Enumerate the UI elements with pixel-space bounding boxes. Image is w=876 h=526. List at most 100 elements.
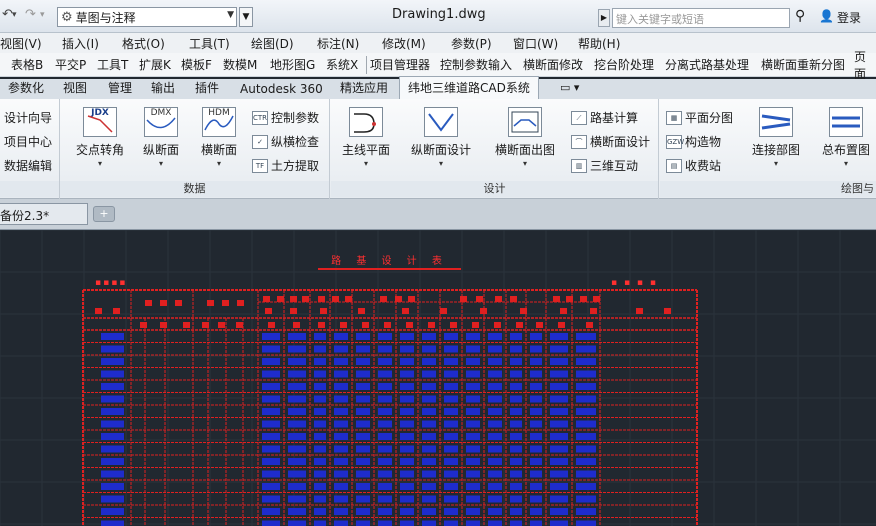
cross-section-design-button[interactable]: ⌒ 横断面设计 xyxy=(571,133,650,150)
profile-design-icon xyxy=(424,107,458,137)
tab-view[interactable]: 视图 xyxy=(55,77,95,99)
menu-parameters[interactable]: 参数(P) xyxy=(451,35,492,52)
hdm-icon: HDM xyxy=(202,107,236,137)
custom-menu-toolbar: 表格B 平交P 工具T 扩展K 模板F 数模M 地形图G 系统X 项目管理器 控… xyxy=(0,50,876,81)
profile-check-button[interactable]: ✓ 纵横检查 xyxy=(252,133,319,150)
chevron-down-icon: ▾ xyxy=(522,159,527,168)
toll-station-button[interactable]: ▤ 收费站 xyxy=(666,157,721,174)
grid-icon: ▦ xyxy=(666,110,682,125)
menu-help[interactable]: 帮助(H) xyxy=(578,35,620,52)
cross-section-plot-button[interactable]: 横断面出图 ▾ xyxy=(485,107,565,168)
structure-label: 构造物 xyxy=(685,135,722,149)
check-icon: ✓ xyxy=(252,134,268,149)
toll-icon: ▤ xyxy=(666,158,682,173)
quick-access-dropdown[interactable]: ▼ xyxy=(239,7,253,27)
panel-design: 主线平面 ▾ 纵断面设计 ▾ 横断面出图 ▾ ⟋ 路基计算 ⌒ 横断面设计 ▥ xyxy=(331,99,659,199)
data-edit-label: 数据编辑 xyxy=(4,159,53,173)
toll-station-label: 收费站 xyxy=(685,159,722,173)
design-wizard-button[interactable]: 设计向导 xyxy=(4,109,52,126)
toolbar-item[interactable]: 页面 xyxy=(854,48,876,82)
drawing-canvas[interactable]: 路 基 设 计 表 ▪▪▪▪ ▪ ▪ ▪ ▪ xyxy=(0,230,876,526)
toolbar-item[interactable]: 项目管理器 xyxy=(370,56,430,73)
structure-button[interactable]: GZW 构造物 xyxy=(666,133,721,150)
earthwork-extract-button[interactable]: TF 土方提取 xyxy=(252,157,319,174)
toolbar-item[interactable]: 系统X xyxy=(326,56,358,73)
ctr-icon: CTR xyxy=(252,110,268,125)
menu-insert[interactable]: 插入(I) xyxy=(62,35,99,52)
interchange-icon xyxy=(759,107,793,137)
subgrade-design-table xyxy=(82,289,698,526)
panel-title: 绘图与 xyxy=(660,181,876,197)
project-center-button[interactable]: 项目中心 xyxy=(4,133,52,150)
chevron-down-icon: ▼ xyxy=(227,10,234,20)
3d-interact-button[interactable]: ▥ 三维互动 xyxy=(571,157,638,174)
mainline-plan-button[interactable]: 主线平面 ▾ xyxy=(326,107,406,168)
3d-interact-label: 三维互动 xyxy=(590,159,639,173)
tab-plugins[interactable]: 插件 xyxy=(187,77,227,99)
menu-bar: 视图(V) 插入(I) 格式(O) 工具(T) 绘图(D) 标注(N) 修改(M… xyxy=(0,33,876,53)
menu-tools[interactable]: 工具(T) xyxy=(189,35,230,52)
ribbon-options-icon[interactable]: ▭ ▾ xyxy=(560,81,579,94)
document-title: Drawing1.dwg xyxy=(392,7,486,22)
design-wizard-label: 设计向导 xyxy=(4,111,53,125)
cross-section-plot-label: 横断面出图 xyxy=(494,143,555,157)
toolbar-item[interactable]: 工具T xyxy=(97,56,128,73)
control-params-button[interactable]: CTR 控制参数 xyxy=(252,109,319,126)
menu-draw[interactable]: 绘图(D) xyxy=(251,35,294,52)
ribbon-tab-bar: 参数化 视图 管理 输出 插件 Autodesk 360 精选应用 纬地三维道路… xyxy=(0,76,876,99)
workspace-selector[interactable]: ⚙ 草图与注释 ▼ xyxy=(57,7,237,27)
tab-weidi-road-cad[interactable]: 纬地三维道路CAD系统 xyxy=(399,76,539,99)
chevron-down-icon: ▾ xyxy=(773,159,778,168)
title-bar: ↶ ▾ ↷ ▾ ⚙ 草图与注释 ▼ ▼ Drawing1.dwg ▶ 键入关键字… xyxy=(0,0,876,33)
tab-output[interactable]: 输出 xyxy=(143,77,183,99)
toolbar-item[interactable]: 挖台阶处理 xyxy=(594,56,654,73)
redo-icon[interactable]: ↷ xyxy=(25,7,36,22)
toolbar-item[interactable]: 数模M xyxy=(223,56,257,73)
subgrade-calc-label: 路基计算 xyxy=(590,111,639,125)
toolbar-item[interactable]: 横断面重新分图 xyxy=(761,56,845,73)
tab-autodesk-360[interactable]: Autodesk 360 xyxy=(232,80,331,99)
toolbar-item[interactable]: 扩展K xyxy=(139,56,171,73)
new-tab-button[interactable]: + xyxy=(93,206,115,222)
tf-icon: TF xyxy=(252,158,268,173)
tab-manage[interactable]: 管理 xyxy=(100,77,140,99)
jdx-icon: JDX xyxy=(83,107,117,137)
plan-split-button[interactable]: ▦ 平面分图 xyxy=(666,109,733,126)
menu-modify[interactable]: 修改(M) xyxy=(382,35,426,52)
toolbar-item[interactable]: 地形图G xyxy=(270,56,315,73)
toolbar-item[interactable]: 表格B xyxy=(11,56,43,73)
toolbar-item[interactable]: 控制参数输入 xyxy=(440,56,512,73)
toolbar-item[interactable]: 模板F xyxy=(181,56,212,73)
undo-dropdown-icon[interactable]: ▾ xyxy=(12,10,17,20)
project-center-label: 项目中心 xyxy=(4,135,53,149)
subgrade-calc-button[interactable]: ⟋ 路基计算 xyxy=(571,109,638,126)
document-tab[interactable]: 备份2.3* xyxy=(0,203,88,225)
connection-drawing-button[interactable]: 连接部图 ▾ xyxy=(736,107,816,168)
redo-dropdown-icon[interactable]: ▾ xyxy=(40,10,45,20)
menu-view[interactable]: 视图(V) xyxy=(0,35,42,52)
menu-dimension[interactable]: 标注(N) xyxy=(317,35,359,52)
intersection-angle-label: 交点转角 xyxy=(75,143,124,157)
3d-icon: ▥ xyxy=(571,158,587,173)
search-input[interactable]: 键入关键字或短语 xyxy=(612,8,790,28)
search-expand-button[interactable]: ▶ xyxy=(598,9,610,27)
tab-parametric[interactable]: 参数化 xyxy=(0,77,52,99)
document-tab-bar: 备份2.3* + xyxy=(0,199,876,230)
toolbar-item[interactable]: 横断面修改 xyxy=(523,56,583,73)
toolbar-item[interactable]: 分离式路基处理 xyxy=(665,56,749,73)
workspace-label: 草图与注释 xyxy=(75,10,136,25)
cross-section-button[interactable]: HDM 横断面 ▾ xyxy=(179,107,259,168)
toolbar-item[interactable]: 平交P xyxy=(55,56,86,73)
menu-format[interactable]: 格式(O) xyxy=(122,35,165,52)
general-layout-button[interactable]: 总布置图 ▾ xyxy=(806,107,876,168)
mainline-plan-label: 主线平面 xyxy=(341,143,390,157)
login-button[interactable]: 👤 登录 xyxy=(819,9,861,26)
data-edit-button[interactable]: 数据编辑 xyxy=(4,157,52,174)
profile-design-button[interactable]: 纵断面设计 ▾ xyxy=(401,107,481,168)
dmx-icon: DMX xyxy=(144,107,178,137)
tab-featured-apps[interactable]: 精选应用 xyxy=(332,77,396,99)
login-label: 登录 xyxy=(836,11,861,25)
binoculars-icon[interactable]: ⚲ xyxy=(795,8,805,24)
panel-title: 设计 xyxy=(331,181,658,197)
menu-window[interactable]: 窗口(W) xyxy=(513,35,558,52)
